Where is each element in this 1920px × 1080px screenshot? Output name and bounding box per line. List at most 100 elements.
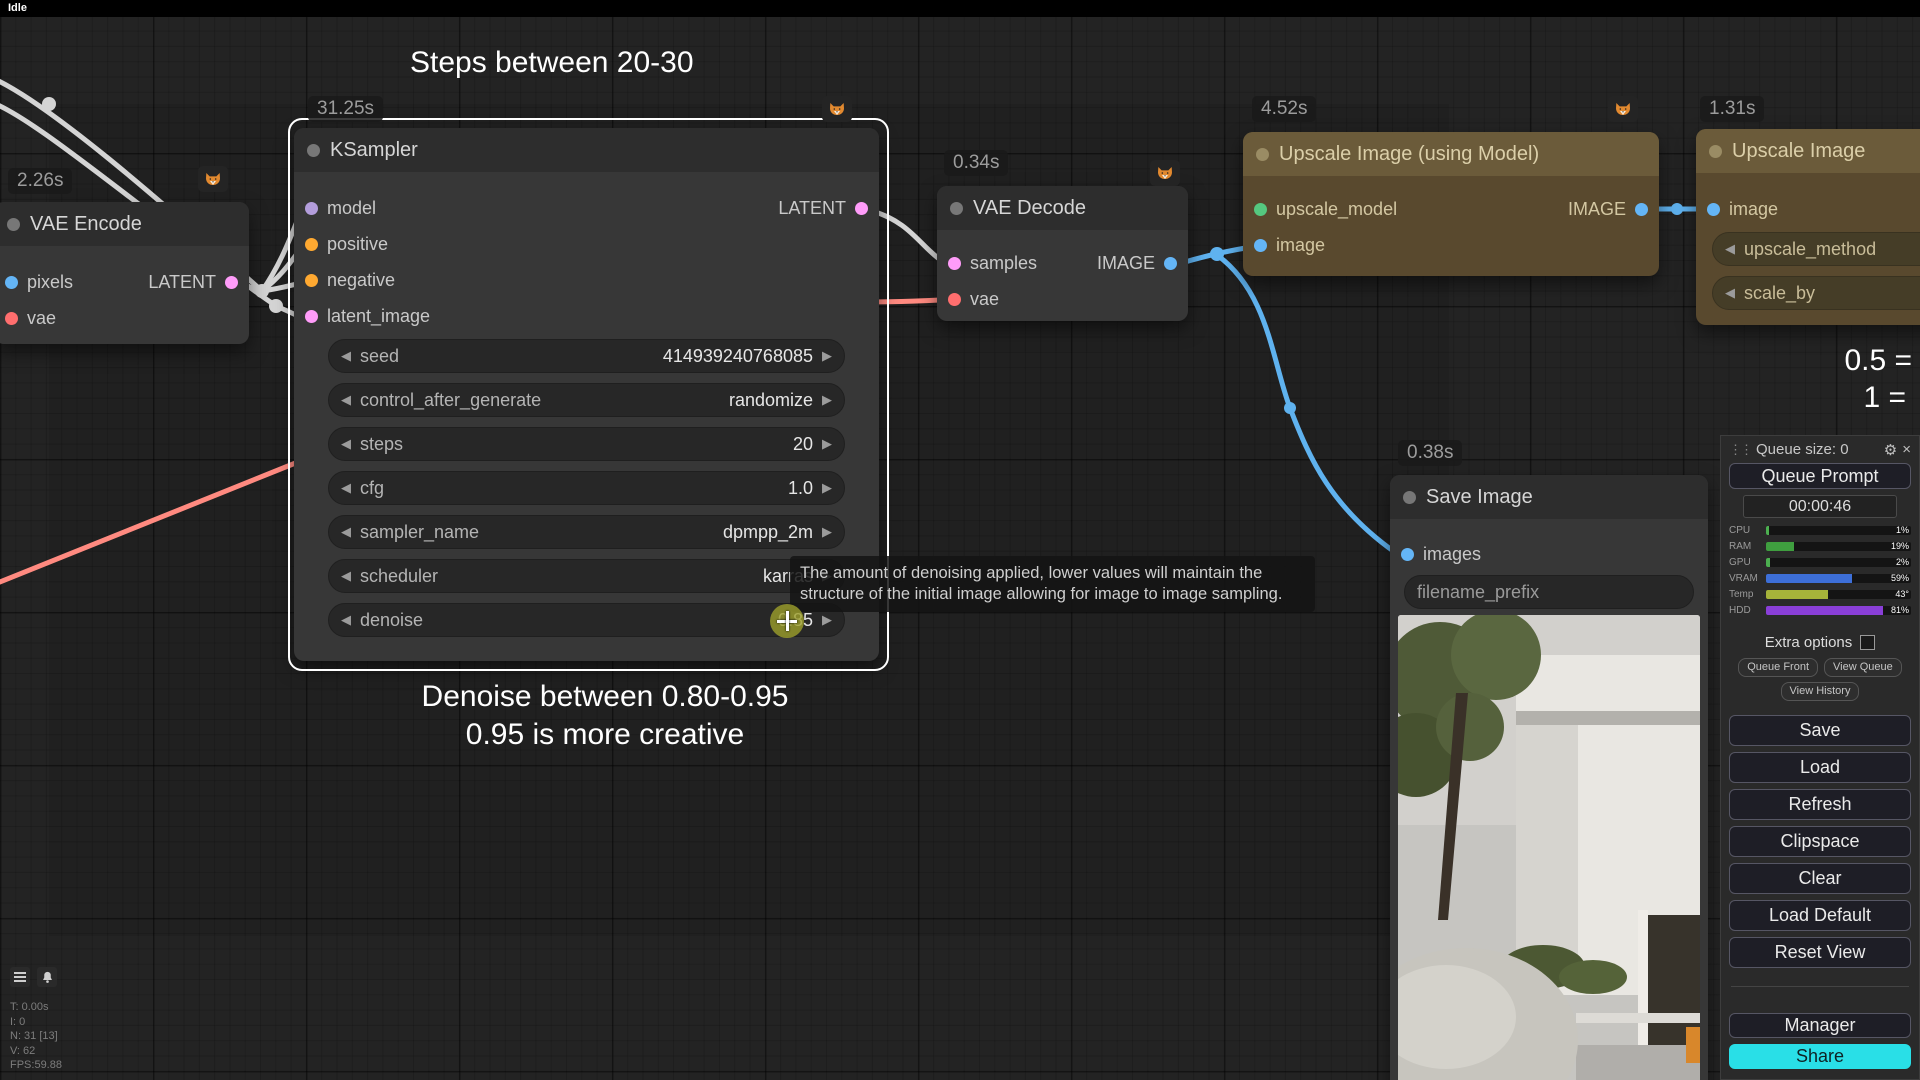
node-titlebar[interactable]: Upscale Image: [1696, 129, 1920, 173]
monitor-bar: 1%: [1766, 526, 1911, 535]
node-titlebar[interactable]: VAE Encode: [0, 202, 249, 246]
collapse-dot-icon[interactable]: [7, 218, 20, 231]
widget-upscale-method[interactable]: ◀ upscale_method ▶: [1712, 232, 1920, 266]
port-dot-image[interactable]: [1401, 548, 1414, 561]
node-upscale-image-using-model[interactable]: Upscale Image (using Model) upscale_mode…: [1243, 132, 1659, 276]
input-port-negative[interactable]: negative: [294, 262, 879, 298]
workflow-list-button[interactable]: [10, 967, 30, 987]
notifications-button[interactable]: [37, 967, 57, 987]
node-titlebar[interactable]: KSampler: [294, 128, 879, 172]
share-button[interactable]: Share: [1729, 1044, 1911, 1069]
decrement-arrow-icon[interactable]: ◀: [341, 348, 351, 364]
decrement-arrow-icon[interactable]: ◀: [1725, 241, 1735, 257]
widget-sampler-name[interactable]: ◀ sampler_name dpmpp_2m ▶: [328, 515, 845, 549]
widget-steps[interactable]: ◀ steps 20 ▶: [328, 427, 845, 461]
refresh-button[interactable]: Refresh: [1729, 789, 1911, 820]
widget-control-after-generate[interactable]: ◀ control_after_generate randomize ▶: [328, 383, 845, 417]
extra-options-checkbox[interactable]: [1860, 635, 1875, 650]
node-vae-encode[interactable]: VAE Encode pixels vae LATENT: [0, 202, 249, 344]
port-dot-vae[interactable]: [5, 312, 18, 325]
port-dot-vae[interactable]: [948, 293, 961, 306]
load-button[interactable]: Load: [1729, 752, 1911, 783]
collapse-dot-icon[interactable]: [307, 144, 320, 157]
close-icon[interactable]: ×: [1902, 441, 1911, 458]
input-port-positive[interactable]: positive: [294, 226, 879, 262]
decrement-arrow-icon[interactable]: ◀: [341, 612, 351, 628]
input-port-latent-image[interactable]: latent_image: [294, 298, 879, 334]
increment-arrow-icon[interactable]: ▶: [822, 612, 832, 628]
port-dot-upscale-model[interactable]: [1254, 203, 1267, 216]
increment-arrow-icon[interactable]: ▶: [822, 436, 832, 452]
port-dot-conditioning[interactable]: [305, 238, 318, 251]
queue-front-button[interactable]: Queue Front: [1738, 658, 1818, 677]
widget-filename-prefix[interactable]: filename_prefix: [1404, 575, 1694, 609]
reroute-dot[interactable]: [1671, 203, 1683, 215]
decrement-arrow-icon[interactable]: ◀: [1725, 285, 1735, 301]
widget-scale-by[interactable]: ◀ scale_by ▶: [1712, 276, 1920, 310]
increment-arrow-icon[interactable]: ▶: [822, 524, 832, 540]
reset-view-button[interactable]: Reset View: [1729, 937, 1911, 968]
widget-seed[interactable]: ◀ seed 414939240768085 ▶: [328, 339, 845, 373]
input-port-vae[interactable]: vae: [937, 281, 1188, 317]
reroute-dot[interactable]: [1210, 247, 1224, 261]
clear-button[interactable]: Clear: [1729, 863, 1911, 894]
node-save-image[interactable]: Save Image images filename_prefix: [1390, 475, 1708, 1080]
queue-prompt-button[interactable]: Queue Prompt: [1729, 463, 1911, 489]
decrement-arrow-icon[interactable]: ◀: [341, 436, 351, 452]
port-dot-latent[interactable]: [305, 310, 318, 323]
manager-button[interactable]: Manager: [1729, 1013, 1911, 1038]
increment-arrow-icon[interactable]: ▶: [822, 392, 832, 408]
port-dot-image[interactable]: [1254, 239, 1267, 252]
annotation-steps: Steps between 20-30: [410, 46, 694, 80]
widget-scheduler[interactable]: ◀ scheduler karras ▶: [328, 559, 845, 593]
port-dot-image[interactable]: [1635, 203, 1648, 216]
clipspace-button[interactable]: Clipspace: [1729, 826, 1911, 857]
node-upscale-image[interactable]: Upscale Image image ◀ upscale_method ▶ ◀…: [1696, 129, 1920, 325]
port-dot-image[interactable]: [1707, 203, 1720, 216]
node-titlebar[interactable]: VAE Decode: [937, 186, 1188, 230]
output-port-latent[interactable]: LATENT: [137, 264, 249, 300]
node-titlebar[interactable]: Upscale Image (using Model): [1243, 132, 1659, 176]
output-port-image[interactable]: IMAGE: [1086, 245, 1188, 281]
input-port-images[interactable]: images: [1390, 536, 1708, 572]
monitor-label: GPU: [1729, 557, 1761, 568]
reroute-dot[interactable]: [269, 299, 283, 313]
reroute-dot[interactable]: [42, 97, 56, 111]
decrement-arrow-icon[interactable]: ◀: [341, 392, 351, 408]
collapse-dot-icon[interactable]: [1256, 148, 1269, 161]
collapse-dot-icon[interactable]: [1403, 491, 1416, 504]
increment-arrow-icon[interactable]: ▶: [822, 348, 832, 364]
decrement-arrow-icon[interactable]: ◀: [341, 524, 351, 540]
node-vae-decode[interactable]: VAE Decode samples vae IMAGE: [937, 186, 1188, 321]
output-port-latent[interactable]: LATENT: [767, 190, 879, 226]
view-queue-button[interactable]: View Queue: [1824, 658, 1902, 677]
gear-icon[interactable]: ⚙: [1884, 441, 1897, 459]
port-dot-latent[interactable]: [225, 276, 238, 289]
reroute-dot[interactable]: [255, 284, 269, 298]
reroute-dot[interactable]: [1284, 402, 1296, 414]
save-button[interactable]: Save: [1729, 715, 1911, 746]
input-port-image[interactable]: image: [1696, 191, 1920, 227]
output-port-image[interactable]: IMAGE: [1557, 191, 1659, 227]
widget-denoise[interactable]: ◀ denoise 0.85 ▶: [328, 603, 845, 637]
input-port-image[interactable]: image: [1243, 227, 1659, 263]
port-dot-image[interactable]: [1164, 257, 1177, 270]
collapse-dot-icon[interactable]: [950, 202, 963, 215]
decrement-arrow-icon[interactable]: ◀: [341, 568, 351, 584]
collapse-dot-icon[interactable]: [1709, 145, 1722, 158]
monitor-label: RAM: [1729, 541, 1761, 552]
widget-cfg[interactable]: ◀ cfg 1.0 ▶: [328, 471, 845, 505]
node-titlebar[interactable]: Save Image: [1390, 475, 1708, 519]
input-port-vae[interactable]: vae: [0, 300, 249, 336]
port-dot-image[interactable]: [5, 276, 18, 289]
widget-label: steps: [360, 434, 784, 455]
port-dot-latent[interactable]: [855, 202, 868, 215]
view-history-button[interactable]: View History: [1781, 682, 1860, 701]
port-dot-model[interactable]: [305, 202, 318, 215]
drag-handle-icon[interactable]: ⋮⋮: [1729, 442, 1751, 458]
decrement-arrow-icon[interactable]: ◀: [341, 480, 351, 496]
port-dot-latent[interactable]: [948, 257, 961, 270]
load-default-button[interactable]: Load Default: [1729, 900, 1911, 931]
port-dot-conditioning[interactable]: [305, 274, 318, 287]
increment-arrow-icon[interactable]: ▶: [822, 480, 832, 496]
